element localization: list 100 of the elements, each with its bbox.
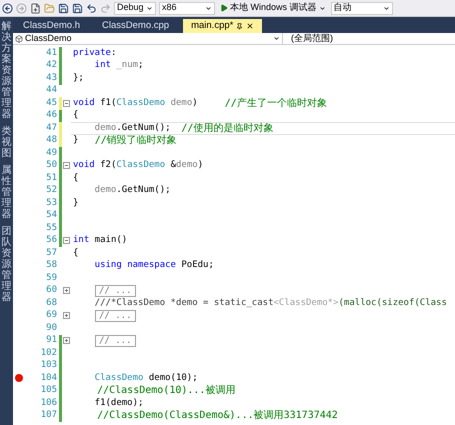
line-number: 69 [45,309,58,322]
line-number: 102 [40,346,58,360]
line-number: 91 [45,334,58,347]
expand-icon[interactable] [63,287,70,294]
line-number: 55 [45,222,58,234]
expand-icon[interactable] [63,337,70,344]
code-token: main() [94,234,128,247]
code-token: ) [198,159,204,172]
code-token: demo [94,184,116,197]
line-number: 43 [45,72,58,84]
code-token: & [170,159,176,172]
save-icon[interactable] [58,2,69,14]
scope-dropdown[interactable]: ClassDemo [13,33,283,44]
line-number: 44 [45,84,58,97]
line-number: 107 [40,409,58,422]
code-token: using [94,259,122,272]
code-token: private [73,46,111,60]
code-token: void [73,159,95,172]
file-tab[interactable]: main.cpp* [183,19,262,33]
pin-icon[interactable] [236,22,244,30]
caret-icon[interactable] [146,4,153,12]
code-token: //使用的是临时对象 [181,122,274,136]
code-token: f1(demo); [94,396,144,410]
line-number: 45 [45,96,58,110]
expand-icon[interactable] [63,312,70,320]
code-token: .GetNum(); [116,122,172,134]
toolbar-dropdown[interactable]: 自动 [330,2,393,14]
code-token: (malloc(sizeof(Class [338,296,447,310]
code-token: } [73,196,78,210]
collapse-icon[interactable] [63,162,70,170]
undo-icon[interactable] [86,2,97,14]
code-token: _num [115,59,138,72]
code-token: namespace [126,259,176,272]
play-icon [220,4,228,12]
collapse-icon[interactable] [63,100,70,107]
debugger-button[interactable]: 本地 Windows 调试器 [218,2,328,14]
code-token: { [73,109,78,122]
line-number: 59 [45,272,58,284]
code-token: demo(10); [148,372,198,384]
caret-icon[interactable] [318,4,326,12]
line-number: 105 [40,384,58,397]
code-token: ClassDemo [116,96,166,110]
side-panel-tab[interactable]: 解决方案资源管理器 [2,21,12,120]
line-number: 42 [45,59,58,72]
code-token: //产生了一个临时对象 [224,96,327,111]
collapsed-code[interactable]: // ... [95,310,136,322]
line-number: 58 [45,259,58,272]
caret-icon[interactable] [382,4,390,12]
code-token: } [73,134,80,147]
code-token: //销毁了临时对象 [94,134,177,148]
code-token: demo [176,159,198,172]
line-number: 104 [40,372,58,384]
caret-icon[interactable] [205,4,212,12]
code-token: ClassDemo [94,372,144,384]
back-icon[interactable] [2,2,13,14]
line-number: 50 [45,159,58,172]
save-all-icon[interactable] [72,2,83,14]
code-token: }; [73,72,84,84]
line-number: 41 [45,46,58,60]
line-number: 49 [45,146,58,160]
file-tab[interactable]: ClassDemo.h [15,19,88,33]
line-number: 60 [45,284,58,297]
breakpoint-icon[interactable] [15,374,23,382]
line-number: 68 [45,296,58,310]
code-token: int [73,234,90,247]
toolbar-dropdown[interactable]: x86 [159,2,215,14]
code-token: //ClassDemo(10)...被调用 [96,384,236,398]
code-token: void [73,96,95,110]
line-number: 47 [45,122,58,134]
line-number: 53 [45,196,58,210]
code-token: f2( [99,159,116,172]
collapsed-code[interactable]: // ... [95,334,136,347]
class-icon [15,34,23,42]
line-number: 54 [45,209,58,222]
code-token: int [94,59,111,72]
caret-icon[interactable] [273,35,280,42]
side-panel-tab[interactable]: 团队资源管理器 [2,226,12,303]
code-token: ///*ClassDemo *demo = static_cast [94,296,274,310]
code-token: : [110,46,116,60]
line-number: 51 [45,172,58,184]
collapsed-code[interactable]: // ... [95,284,136,297]
line-number: 90 [45,322,58,334]
line-number: 106 [40,396,58,410]
line-number: 103 [40,359,58,372]
collapse-icon[interactable] [63,237,70,244]
new-file-icon[interactable] [30,2,41,14]
file-tab[interactable]: ClassDemo.cpp [94,19,178,33]
code-token: demo [170,96,192,110]
close-icon[interactable] [246,22,254,30]
code-token: ) [192,96,199,110]
side-panel-tab[interactable]: 类视图 [2,126,12,159]
line-number: 46 [45,109,58,122]
line-number: 57 [45,246,58,260]
member-dropdown[interactable]: (全局范围) [283,33,455,44]
code-token: //ClassDemo(ClassDemo&)...被调用331737442 [96,408,338,424]
code-token: <ClassDemo*> [273,296,339,310]
line-number: 52 [45,184,58,197]
side-panel-tab[interactable]: 属性管理器 [2,165,12,220]
toolbar-dropdown[interactable]: Debug [114,2,156,14]
code-token: { [73,246,78,260]
